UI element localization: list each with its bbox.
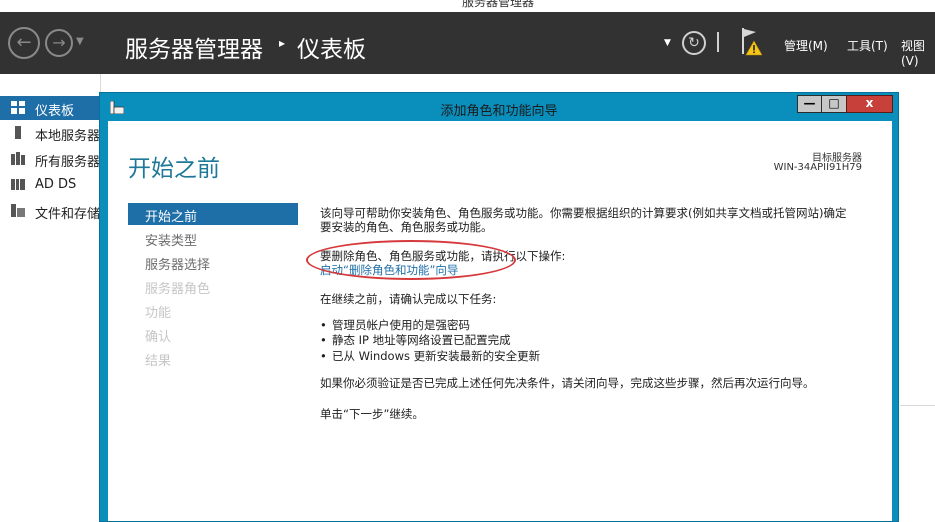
step-results: 结果	[128, 347, 298, 369]
sidebar-item-label: 所有服务器	[35, 155, 101, 170]
wizard-page-heading: 开始之前	[128, 156, 220, 182]
dashboard-icon	[11, 101, 25, 114]
maximize-button[interactable]: □	[821, 95, 847, 113]
header-divider	[717, 32, 719, 52]
menu-tools[interactable]: 工具(T)	[847, 37, 888, 54]
prerequisite-item: 静态 IP 地址等网络设置已配置完成	[320, 332, 511, 348]
intro-text-line2: 要安装的角色、角色服务或功能。	[320, 220, 493, 234]
sidebar-item-label: 仪表板	[35, 104, 75, 119]
step-before-you-begin[interactable]: 开始之前	[128, 203, 298, 225]
step-label: 结果	[145, 354, 172, 369]
server-manager-header: ← → ▼ 服务器管理器 ▸ 仪表板 ▼ ↻ 管理(M) 工具(T) 视图(V)	[0, 12, 935, 74]
forward-arrow-icon[interactable]: →	[45, 29, 73, 57]
step-installation-type[interactable]: 安装类型	[128, 227, 298, 249]
wizard-title: 添加角色和功能向导	[440, 104, 558, 119]
before-continue-text: 在继续之前，请确认完成以下任务:	[320, 292, 497, 306]
flag-warning-icon[interactable]	[740, 28, 762, 56]
step-label: 功能	[145, 306, 172, 321]
step-server-roles: 服务器角色	[128, 275, 298, 297]
target-server-value: WIN-34APII91H79	[773, 162, 862, 173]
step-label: 安装类型	[145, 234, 198, 249]
continue-text: 单击“下一步”继续。	[320, 407, 424, 421]
sidebar-item-ad-ds[interactable]: AD DS	[0, 173, 100, 197]
step-label: 服务器选择	[145, 258, 211, 273]
breadcrumb-root[interactable]: 服务器管理器	[125, 30, 263, 64]
refresh-icon[interactable]: ↻	[682, 31, 706, 55]
step-label: 确认	[145, 330, 172, 345]
server-icon	[15, 126, 21, 139]
menu-view[interactable]: 视图(V)	[901, 37, 935, 68]
ad-ds-icon	[11, 179, 25, 190]
annotation-ellipse	[306, 240, 516, 280]
sidebar-item-label: 本地服务器	[35, 129, 101, 144]
header-dropdown-icon[interactable]: ▼	[664, 38, 671, 48]
window-title-bar: 服务器管理器	[0, 0, 935, 12]
window-title: 服务器管理器	[462, 0, 535, 9]
step-server-selection[interactable]: 服务器选择	[128, 251, 298, 273]
breadcrumb-current-page: 仪表板	[297, 37, 366, 63]
step-features: 功能	[128, 299, 298, 321]
sidebar-item-dashboard[interactable]: 仪表板	[0, 96, 100, 120]
sidebar-item-file-storage[interactable]: 文件和存储服务	[0, 199, 126, 223]
prerequisite-item: 管理员帐户使用的是强密码	[320, 317, 470, 333]
sidebar: 仪表板 本地服务器 所有服务器 AD DS 文件和存储服务	[0, 74, 126, 517]
servers-icon	[11, 152, 25, 165]
menu-manage[interactable]: 管理(M)	[784, 37, 828, 54]
prerequisite-item: 已从 Windows 更新安装最新的安全更新	[320, 348, 540, 364]
breadcrumb-separator: ▸	[279, 36, 286, 50]
back-arrow-icon[interactable]: ←	[8, 27, 40, 59]
sidebar-item-local-server[interactable]: 本地服务器	[0, 121, 100, 145]
minimize-button[interactable]: —	[797, 95, 822, 113]
history-dropdown-icon[interactable]: ▼	[76, 36, 84, 47]
close-button[interactable]: x	[846, 95, 893, 113]
sidebar-item-label: AD DS	[35, 177, 77, 192]
step-confirmation: 确认	[128, 323, 298, 345]
verify-text: 如果你必须验证是否已完成上述任何先决条件，请关闭向导，完成这些步骤，然后再次运行…	[320, 376, 815, 390]
step-label: 服务器角色	[145, 282, 211, 297]
divider	[900, 405, 935, 406]
file-storage-icon	[11, 204, 25, 217]
add-roles-wizard-dialog: 添加角色和功能向导 — □ x 开始之前 目标服务器 WIN-34APII91H…	[99, 92, 899, 522]
step-label: 开始之前	[145, 210, 198, 225]
wizard-title-bar[interactable]: 添加角色和功能向导 — □ x	[100, 93, 898, 121]
main-content-edge	[900, 74, 935, 517]
sidebar-item-all-servers[interactable]: 所有服务器	[0, 147, 100, 171]
wizard-body: 开始之前 目标服务器 WIN-34APII91H79 开始之前 安装类型 服务器…	[108, 121, 892, 521]
